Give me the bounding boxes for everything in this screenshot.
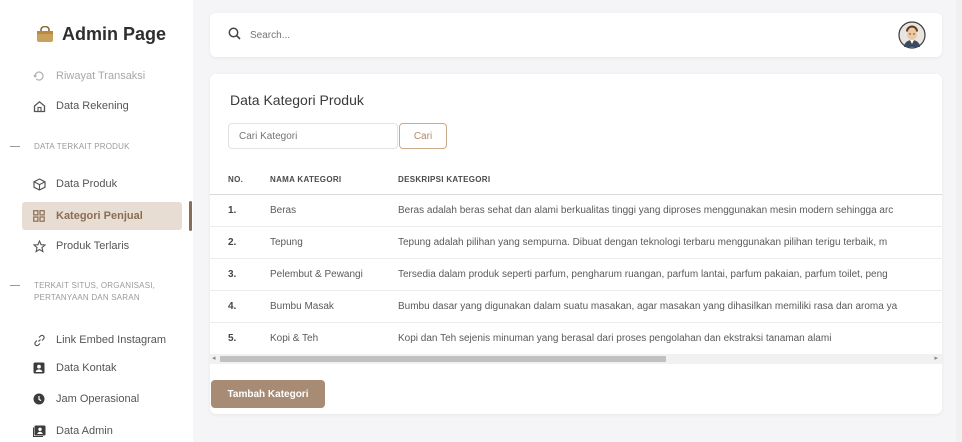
sidebar-item-data-kontak[interactable]: Data Kontak: [22, 354, 182, 382]
box-icon: [32, 177, 46, 191]
cell-deskripsi: Beras adalah beras sehat dan alami berku…: [386, 194, 942, 227]
cell-no: 3.: [210, 258, 258, 291]
sidebar-item-label: Data Rekening: [56, 100, 129, 112]
cell-deskripsi: Kopi dan Teh sejenis minuman yang berasa…: [386, 322, 942, 355]
sidebar-item-data-admin[interactable]: Data Admin: [22, 417, 182, 442]
brand-title: Admin Page: [62, 24, 167, 44]
card-title: Data Kategori Produk: [230, 92, 364, 108]
tambah-kategori-button[interactable]: Tambah Kategori: [211, 380, 325, 408]
sidebar-item-link-embed-instagram[interactable]: Link Embed Instagram: [22, 326, 182, 354]
active-indicator: [189, 201, 192, 231]
sidebar-item-produk-terlaris[interactable]: Produk Terlaris: [22, 232, 182, 260]
section-label-produk: DATA TERKAIT PRODUK: [0, 141, 190, 153]
sidebar-item-label: Riwayat Transaksi: [56, 70, 146, 82]
star-icon: [32, 239, 46, 253]
sidebar-item-jam-operasional[interactable]: Jam Operasional: [22, 385, 182, 413]
table-row[interactable]: 1. Beras Beras adalah beras sehat dan al…: [210, 194, 942, 227]
table-row[interactable]: 4. Bumbu Masak Bumbu dasar yang digunaka…: [210, 290, 942, 323]
scroll-left-arrow-icon[interactable]: ◂: [212, 355, 216, 363]
kategori-card: Data Kategori Produk Cari NO. NAMA KATEG…: [210, 74, 942, 414]
clock-icon: [32, 392, 46, 406]
cari-button[interactable]: Cari: [399, 123, 447, 149]
search-input[interactable]: [250, 25, 550, 45]
cari-kategori-input[interactable]: [228, 123, 398, 149]
section-label-situs: TERKAIT SITUS, ORGANISASI, PERTANYAAN DAN…: [0, 280, 190, 304]
cell-nama: Beras: [258, 194, 386, 227]
top-search-bar: [210, 13, 942, 57]
cell-no: 5.: [210, 322, 258, 355]
scrollbar-thumb[interactable]: [220, 356, 666, 362]
cell-nama: Tepung: [258, 226, 386, 259]
cell-no: 2.: [210, 226, 258, 259]
sidebar-item-data-produk[interactable]: Data Produk: [22, 170, 182, 198]
sidebar-item-kategori-penjual[interactable]: Kategori Penjual: [22, 202, 182, 230]
sidebar-item-label: Link Embed Instagram: [56, 334, 167, 346]
table-row[interactable]: 3. Pelembut & Pewangi Tersedia dalam pro…: [210, 258, 942, 291]
home-icon: [32, 99, 46, 113]
search-icon[interactable]: [228, 27, 241, 45]
scroll-right-arrow-icon[interactable]: ▸: [934, 355, 938, 363]
brand[interactable]: Admin Page: [36, 24, 166, 45]
sidebar: Admin Page Riwayat Transaksi Data Rekeni…: [0, 0, 193, 442]
sidebar-item-label: Jam Operasional: [56, 393, 140, 405]
sidebar-item-label: Data Produk: [56, 178, 118, 190]
column-header-no[interactable]: NO.: [210, 166, 258, 195]
cell-no: 1.: [210, 194, 258, 227]
cell-no: 4.: [210, 290, 258, 323]
table-row[interactable]: 2. Tepung Tepung adalah pilihan yang sem…: [210, 226, 942, 259]
grid-icon: [32, 209, 46, 223]
sidebar-item-label: Produk Terlaris: [56, 240, 130, 252]
kategori-table: NO. NAMA KATEGORI DESKRIPSI KATEGORI 1. …: [210, 166, 942, 366]
cell-nama: Kopi & Teh: [258, 322, 386, 355]
link-icon: [32, 333, 46, 347]
cell-nama: Pelembut & Pewangi: [258, 258, 386, 291]
column-header-deskripsi[interactable]: DESKRIPSI KATEGORI: [386, 166, 942, 195]
cell-nama: Bumbu Masak: [258, 290, 386, 323]
contact-icon: [32, 361, 46, 375]
history-icon: [32, 69, 46, 83]
cell-deskripsi: Tersedia dalam produk seperti parfum, pe…: [386, 258, 942, 291]
page-vertical-scrollbar[interactable]: [956, 0, 962, 442]
sidebar-item-label: Kategori Penjual: [56, 210, 143, 222]
admin-icon: [32, 424, 46, 438]
sidebar-item-data-rekening[interactable]: Data Rekening: [22, 92, 182, 120]
cell-deskripsi: Bumbu dasar yang digunakan dalam suatu m…: [386, 290, 942, 323]
column-header-nama[interactable]: NAMA KATEGORI: [258, 166, 386, 195]
avatar[interactable]: [898, 21, 926, 49]
sidebar-item-label: Data Admin: [56, 425, 113, 437]
shopping-bag-icon: [37, 26, 53, 42]
table-row[interactable]: 5. Kopi & Teh Kopi dan Teh sejenis minum…: [210, 322, 942, 355]
horizontal-scrollbar[interactable]: ◂ ▸: [210, 354, 942, 364]
sidebar-item-label: Data Kontak: [56, 362, 117, 374]
sidebar-item-riwayat-transaksi[interactable]: Riwayat Transaksi: [22, 62, 182, 90]
table-header-row: NO. NAMA KATEGORI DESKRIPSI KATEGORI: [210, 166, 942, 195]
cell-deskripsi: Tepung adalah pilihan yang sempurna. Dib…: [386, 226, 942, 259]
